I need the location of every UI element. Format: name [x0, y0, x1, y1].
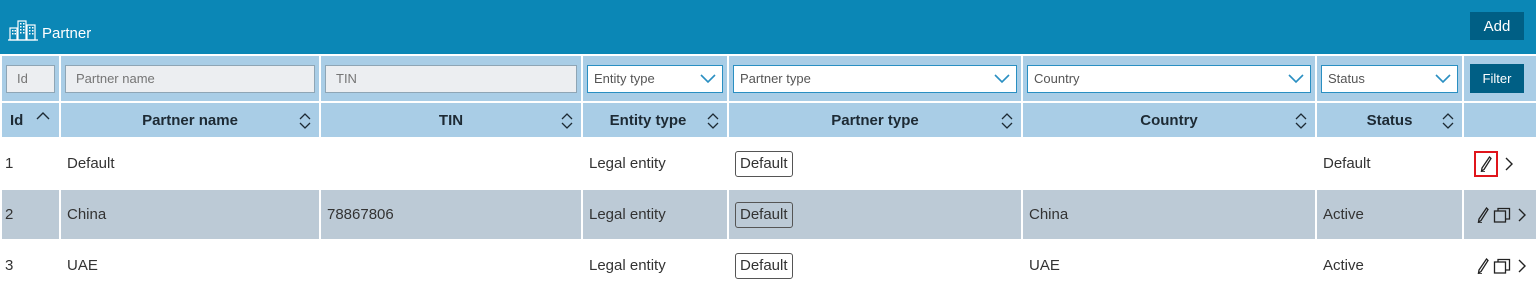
partner-type-badge[interactable]: Default [735, 201, 793, 228]
status-filter-value: Status [1328, 71, 1365, 86]
column-header-country[interactable]: Country [1021, 101, 1317, 139]
filter-cell-tin [319, 54, 583, 103]
table-row[interactable]: 1 Default Legal entity Default Default [0, 137, 1536, 190]
cell-country: China [1021, 188, 1317, 241]
filter-cell-status: Status [1315, 54, 1464, 103]
chevron-down-icon [1288, 73, 1304, 83]
column-header-id[interactable]: Id [0, 101, 61, 139]
filter-row: Entity type Partner type Country Status [0, 54, 1536, 103]
column-header-tin-label: TIN [438, 111, 464, 129]
cell-partner-type: Default [727, 188, 1023, 241]
cell-id: 3 [0, 239, 61, 287]
cell-partner-name: China [59, 188, 321, 241]
sort-icon [1001, 113, 1013, 129]
cell-entity-type: Legal entity [581, 188, 729, 241]
cell-status: Active [1315, 239, 1464, 287]
column-header-row: Id Partner name TIN Entity type Partner … [0, 101, 1536, 139]
add-button[interactable]: Add [1470, 12, 1524, 40]
tin-filter-input[interactable] [325, 64, 577, 93]
buildings-icon [8, 20, 38, 41]
copy-icon[interactable] [1493, 205, 1511, 225]
column-header-partner-name-label: Partner name [142, 111, 238, 129]
row-actions [1470, 256, 1530, 276]
row-actions [1470, 205, 1530, 225]
partner-type-filter-select[interactable]: Partner type [733, 64, 1017, 93]
partner-grid: Entity type Partner type Country Status [0, 54, 1536, 287]
sort-ascending-icon [36, 112, 50, 120]
cell-status: Active [1315, 188, 1464, 241]
column-header-id-label: Id [10, 111, 24, 129]
cell-tin [319, 137, 583, 190]
filter-button[interactable]: Filter [1470, 64, 1524, 93]
cell-tin [319, 239, 583, 287]
column-header-partner-type-label: Partner type [831, 111, 919, 129]
partner-type-filter-value: Partner type [740, 71, 811, 86]
cell-partner-type: Default [727, 137, 1023, 190]
cell-actions [1462, 239, 1536, 287]
cell-country [1021, 137, 1317, 190]
column-header-status[interactable]: Status [1315, 101, 1464, 139]
filter-cell-country: Country [1021, 54, 1317, 103]
country-filter-value: Country [1034, 71, 1080, 86]
copy-icon[interactable] [1493, 256, 1511, 276]
column-header-entity-type[interactable]: Entity type [581, 101, 729, 139]
column-header-entity-type-label: Entity type [609, 111, 687, 129]
sort-icon [299, 113, 311, 129]
page-header: Partner Add [0, 0, 1536, 54]
column-header-partner-type[interactable]: Partner type [727, 101, 1023, 139]
sort-icon [1442, 113, 1454, 129]
cell-tin: 78867806 [319, 188, 583, 241]
entity-type-filter-value: Entity type [594, 71, 655, 86]
edit-icon[interactable] [1474, 256, 1491, 276]
sort-icon [561, 113, 573, 129]
chevron-right-icon[interactable] [1513, 205, 1530, 225]
edit-icon[interactable] [1474, 205, 1491, 225]
edit-icon[interactable] [1474, 150, 1498, 177]
country-filter-select[interactable]: Country [1027, 64, 1311, 93]
cell-id: 2 [0, 188, 61, 241]
chevron-down-icon [700, 73, 716, 83]
column-header-actions [1462, 101, 1536, 139]
column-header-partner-name[interactable]: Partner name [59, 101, 321, 139]
sort-icon [1295, 113, 1307, 129]
column-header-tin[interactable]: TIN [319, 101, 583, 139]
chevron-down-icon [994, 73, 1010, 83]
chevron-down-icon [1435, 73, 1451, 83]
sort-icon [707, 113, 719, 129]
row-actions [1470, 150, 1530, 177]
partner-type-badge[interactable]: Default [735, 150, 793, 177]
column-header-country-label: Country [1140, 111, 1198, 129]
page-title: Partner [42, 25, 92, 42]
column-header-status-label: Status [1366, 111, 1413, 129]
cell-actions [1462, 137, 1536, 190]
filter-cell-entity-type: Entity type [581, 54, 729, 103]
chevron-right-icon[interactable] [1500, 154, 1518, 174]
table-row[interactable]: 3 UAE Legal entity Default UAE Active [0, 239, 1536, 287]
filter-cell-action: Filter [1462, 54, 1536, 103]
chevron-right-icon[interactable] [1513, 256, 1530, 276]
cell-status: Default [1315, 137, 1464, 190]
header-title-wrap: Partner [8, 14, 91, 41]
cell-country: UAE [1021, 239, 1317, 287]
filter-cell-partner-type: Partner type [727, 54, 1023, 103]
cell-partner-type: Default [727, 239, 1023, 287]
filter-cell-partner-name [59, 54, 321, 103]
cell-entity-type: Legal entity [581, 239, 729, 287]
cell-partner-name: Default [59, 137, 321, 190]
entity-type-filter-select[interactable]: Entity type [587, 64, 723, 93]
filter-cell-id [0, 54, 61, 103]
status-filter-select[interactable]: Status [1321, 64, 1458, 93]
partner-name-filter-input[interactable] [65, 64, 315, 93]
partner-type-badge[interactable]: Default [735, 252, 793, 279]
partner-app: Partner Add Entit [0, 0, 1536, 287]
cell-id: 1 [0, 137, 61, 190]
id-filter-input[interactable] [6, 64, 55, 93]
table-row[interactable]: 2 China 78867806 Legal entity Default Ch… [0, 188, 1536, 241]
cell-actions [1462, 188, 1536, 241]
cell-entity-type: Legal entity [581, 137, 729, 190]
cell-partner-name: UAE [59, 239, 321, 287]
